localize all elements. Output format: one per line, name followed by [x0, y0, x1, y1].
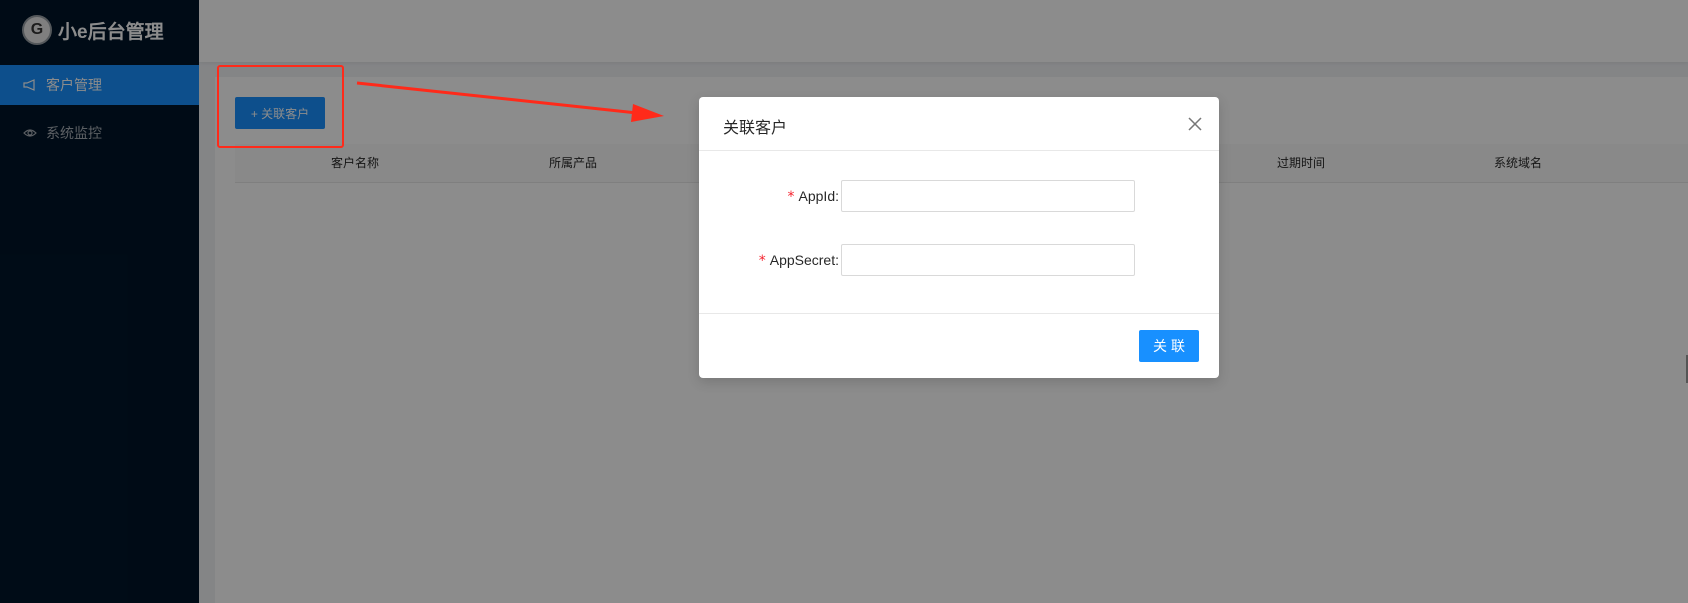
appid-form-row: * AppId:: [699, 180, 1219, 212]
modal-footer: 关联: [699, 313, 1219, 378]
modal-header: 关联客户: [699, 97, 1219, 151]
appid-input[interactable]: [841, 180, 1135, 212]
appsecret-input[interactable]: [841, 244, 1135, 276]
link-customer-modal: 关联客户 * AppId: * AppSecret: 关联: [699, 97, 1219, 378]
annotation-highlight-box: [217, 65, 344, 148]
appid-label: * AppId:: [787, 188, 839, 205]
modal-title: 关联客户: [723, 120, 788, 137]
required-mark: *: [787, 189, 795, 205]
required-mark: *: [758, 253, 766, 269]
annotation-arrow: [356, 81, 664, 122]
close-icon[interactable]: [1185, 114, 1205, 134]
appsecret-label: * AppSecret:: [758, 252, 839, 269]
link-button[interactable]: 关联: [1139, 330, 1199, 362]
appsecret-form-row: * AppSecret:: [699, 244, 1219, 276]
